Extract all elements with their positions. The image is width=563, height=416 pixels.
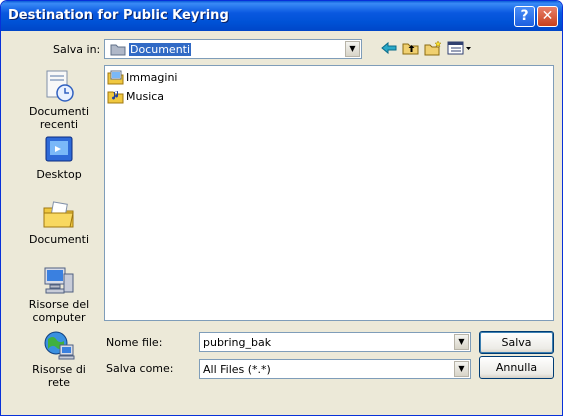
place-desktop[interactable]: Desktop <box>20 134 98 181</box>
save-in-value: Documenti <box>129 43 192 56</box>
help-icon: ? <box>520 8 529 24</box>
music-folder-icon <box>107 91 124 104</box>
filename-label: Nome file: <box>106 336 163 349</box>
chevron-down-icon[interactable]: ▼ <box>345 41 360 57</box>
save-in-dropdown[interactable]: Documenti ▼ <box>104 39 362 59</box>
place-label-documents: Documenti <box>28 233 90 246</box>
close-button[interactable]: ✕ <box>537 6 558 27</box>
title-bar[interactable]: Destination for Public Keyring ? ✕ <box>1 1 562 31</box>
save-as-type-value: All Files (*.*) <box>203 363 271 376</box>
place-label-desktop: Desktop <box>36 168 82 181</box>
new-folder-icon[interactable] <box>424 40 442 56</box>
folder-icon <box>110 44 126 56</box>
place-label-recent: Documenti recenti <box>28 105 90 131</box>
place-my-computer[interactable]: Risorse del computer <box>20 264 98 324</box>
window-title: Destination for Public Keyring <box>8 8 229 23</box>
computer-icon <box>44 267 74 294</box>
view-menu-icon[interactable] <box>447 40 473 56</box>
help-button[interactable]: ? <box>514 6 535 27</box>
place-recent-documents[interactable]: Documenti recenti <box>20 69 98 131</box>
save-in-label: Salva in: <box>53 43 101 56</box>
places-bar: Documenti recenti Desktop Documenti Riso… <box>20 64 98 389</box>
filename-input[interactable]: pubring_bak ▼ <box>199 332 471 352</box>
file-name: Musica <box>126 90 165 103</box>
filename-value: pubring_bak <box>203 336 272 349</box>
save-dialog: Destination for Public Keyring ? ✕ Salva… <box>0 0 563 416</box>
save-as-type-dropdown[interactable]: All Files (*.*) ▼ <box>199 359 471 379</box>
place-documents[interactable]: Documenti <box>20 199 98 246</box>
file-name: Immagini <box>126 71 178 84</box>
save-button[interactable]: Salva <box>479 331 554 354</box>
network-globe-icon <box>44 331 75 360</box>
place-label-network: Risorse di rete <box>32 363 86 389</box>
chevron-down-icon[interactable]: ▼ <box>454 334 469 350</box>
place-label-computer: Risorse del computer <box>28 298 90 324</box>
back-arrow-icon[interactable] <box>380 40 398 56</box>
save-as-type-label: Salva come: <box>106 362 174 375</box>
documents-folder-icon <box>43 201 74 228</box>
file-list[interactable]: Immagini Musica <box>104 65 554 321</box>
up-folder-icon[interactable] <box>402 40 420 56</box>
recent-documents-icon <box>46 70 74 102</box>
close-icon: ✕ <box>541 8 554 24</box>
place-network[interactable]: Risorse di rete <box>20 329 98 389</box>
cancel-button[interactable]: Annulla <box>479 356 554 379</box>
chevron-down-icon[interactable]: ▼ <box>454 361 469 377</box>
pictures-folder-icon <box>107 70 124 85</box>
desktop-icon <box>45 136 73 162</box>
